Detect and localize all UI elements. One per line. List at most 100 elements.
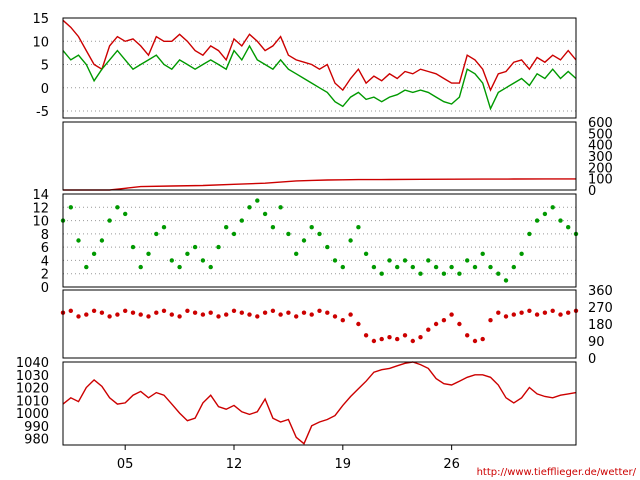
wind-speed-point (496, 271, 501, 276)
wind-speed-point (286, 231, 291, 237)
wind-speed-point (91, 251, 97, 256)
wind-direction-point (379, 336, 384, 342)
wind-speed-point (348, 238, 353, 243)
wind-direction-point (566, 310, 571, 315)
wind-direction-y-tick-label: 90 (588, 335, 605, 350)
wind-direction-point (255, 314, 260, 319)
wind-speed-y-tick-label: 0 (41, 281, 49, 296)
wind-direction-point (418, 335, 423, 340)
wind-direction-y-tick-label: 360 (588, 284, 613, 299)
wind-speed-point (558, 218, 563, 223)
pressure-frame (62, 361, 577, 446)
wind-direction-point (107, 314, 112, 319)
wind-speed-point (107, 218, 112, 223)
wind-speed-point (402, 258, 408, 263)
wind-speed-point (247, 205, 252, 210)
wind-direction-point (433, 321, 439, 327)
wind-speed-point (534, 218, 540, 223)
wind-speed-point (550, 205, 555, 210)
wind-speed-point (317, 231, 322, 237)
wind-speed-point (255, 198, 260, 203)
wind-speed-point (270, 225, 276, 230)
wind-direction-point (519, 310, 524, 315)
wind-direction-point (68, 308, 74, 313)
wind-direction-point (84, 312, 89, 317)
temperature-y-tick-label: -5 (36, 105, 49, 120)
wind-direction-point (278, 312, 283, 317)
wind-speed-point (294, 251, 299, 256)
wind-direction-point (317, 308, 322, 313)
wind-direction-point (262, 310, 268, 315)
wind-speed-point (418, 271, 423, 276)
wind-direction-point (185, 308, 190, 313)
wind-speed-point (480, 251, 485, 256)
wind-direction-point (247, 312, 252, 317)
wind-direction-point (410, 338, 415, 344)
wind-direction-point (270, 308, 276, 313)
wind-speed-point (379, 271, 384, 276)
wind-direction-point (123, 308, 128, 313)
wind-direction-point (496, 310, 501, 315)
wind-speed-point (99, 238, 105, 243)
wind-speed-point (325, 244, 330, 250)
wind-speed-point (519, 251, 524, 256)
temperature-series-line (62, 19, 577, 92)
wind-direction-point (309, 312, 314, 317)
x-tick-label: 05 (117, 457, 134, 472)
x-tick-label: 19 (335, 457, 352, 472)
wind-speed-point (185, 251, 190, 256)
temperature-frame (62, 17, 577, 119)
wind-speed-point (231, 231, 237, 237)
wind-direction-point (177, 314, 182, 319)
pressure-series-line (62, 361, 577, 445)
wind-speed-point (410, 264, 415, 270)
wind-direction-point (441, 318, 447, 323)
wind-direction-point (286, 310, 291, 315)
wind-speed-point (371, 264, 377, 270)
wind-direction-point (480, 336, 485, 342)
wind-speed-point (472, 264, 478, 270)
wind-direction-point (239, 310, 244, 315)
wind-direction-point (325, 310, 330, 315)
wind-speed-point (262, 211, 268, 217)
wind-speed-point (542, 211, 548, 217)
wind-speed-point (511, 264, 516, 270)
wind-direction-point (138, 312, 143, 317)
wind-direction-point (402, 333, 408, 338)
wind-speed-point (130, 244, 136, 250)
wind-speed-point (154, 231, 159, 237)
wind-speed-point (332, 258, 338, 263)
wind-direction-point (332, 314, 338, 319)
rain-series-line (63, 178, 576, 191)
wind-speed-point (433, 264, 439, 270)
wind-direction-y-tick-label: 270 (588, 301, 613, 316)
wind-direction-point (457, 321, 462, 327)
wind-direction-frame (62, 289, 577, 359)
wind-speed-point (208, 264, 213, 270)
weather-chart: http://www.tiefflieger.de/wetter/ 15 10 5 0… (16, 12, 637, 478)
wind-direction-point (224, 312, 229, 317)
wind-direction-point (558, 312, 563, 317)
wind-direction-point (200, 312, 206, 317)
wind-direction-point (192, 310, 198, 315)
wind-direction-point (472, 338, 478, 344)
wind-speed-point (441, 271, 447, 276)
wind-speed-point (465, 258, 470, 263)
pressure-y-tick-label: 980 (24, 433, 49, 448)
wind-direction-point (363, 333, 369, 338)
wind-speed-point (566, 225, 571, 230)
wind-direction-point (449, 312, 454, 317)
wind-direction-point (511, 312, 516, 317)
wind-direction-point (542, 310, 548, 315)
wind-speed-point (216, 244, 221, 250)
wind-speed-point (115, 205, 120, 210)
rain-y-tick-label: 0 (588, 184, 596, 199)
temperature-series-line (62, 44, 577, 111)
wind-direction-point (161, 308, 167, 313)
wind-speed-point (200, 258, 206, 263)
wind-speed-point (309, 225, 314, 230)
wind-speed-point (239, 218, 244, 223)
wind-direction-point (231, 308, 237, 313)
x-tick-label: 12 (226, 457, 243, 472)
wind-direction-point (395, 336, 400, 342)
